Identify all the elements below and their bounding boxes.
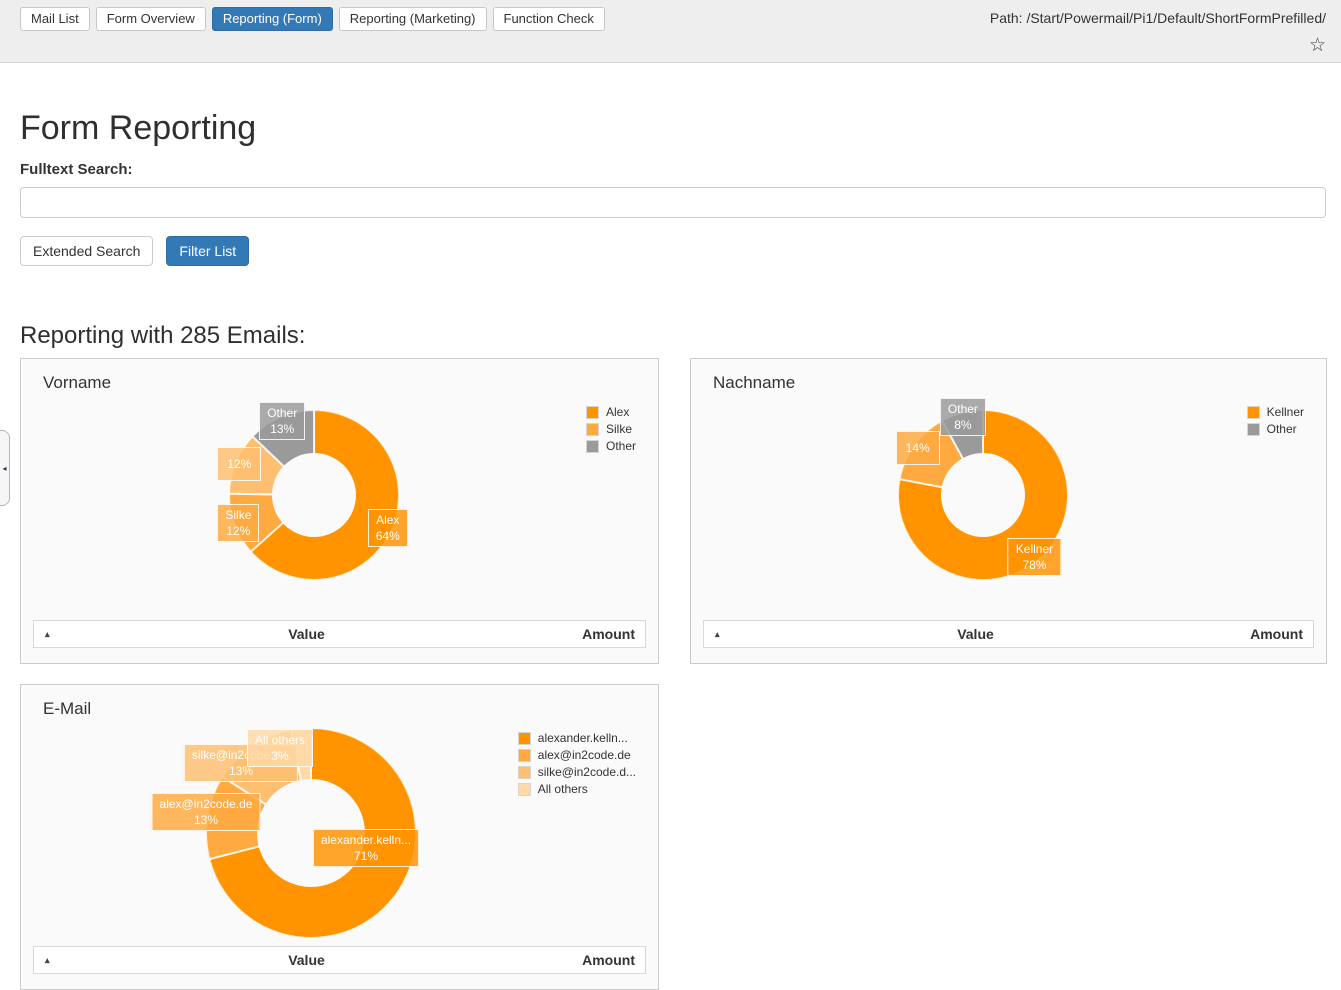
legend-item[interactable]: Silke: [586, 422, 636, 436]
legend-label: alexander.kelln...: [538, 731, 628, 745]
chart-legend: Alex Silke Other: [586, 405, 636, 453]
topbar-tabs: Mail ListForm OverviewReporting (Form)Re…: [20, 7, 611, 31]
donut-chart[interactable]: [691, 403, 1326, 613]
topbar-tab[interactable]: Form Overview: [96, 7, 206, 31]
reporting-heading: Reporting with 285 Emails:: [20, 322, 1326, 350]
table-header: ▴ Value Amount: [33, 620, 646, 648]
sort-asc-icon[interactable]: ▴: [34, 629, 86, 640]
donut-slice-label: Kellner78%: [1008, 538, 1061, 576]
donut-slice-label: 12%: [217, 447, 261, 481]
donut-slice-label: 14%: [896, 431, 940, 465]
chart-legend: alexander.kelln... alex@in2code.de silke@i…: [518, 731, 636, 796]
extended-search-button[interactable]: Extended Search: [20, 236, 153, 266]
legend-swatch: [586, 440, 599, 453]
column-header-amount: Amount: [527, 626, 645, 642]
legend-item[interactable]: alexander.kelln...: [518, 731, 636, 745]
donut-slice-label: Silke12%: [217, 504, 259, 542]
legend-item[interactable]: Kellner: [1247, 405, 1304, 419]
legend-label: Other: [606, 439, 636, 453]
sort-asc-icon[interactable]: ▴: [34, 955, 86, 966]
legend-swatch: [518, 749, 531, 762]
donut-slice-label: alexander.kelln...71%: [313, 829, 419, 867]
chart-panel-title: Vorname: [43, 371, 658, 395]
topbar-tab[interactable]: Mail List: [20, 7, 90, 31]
topbar-tab[interactable]: Reporting (Marketing): [339, 7, 487, 31]
page-title: Form Reporting: [20, 109, 1326, 148]
legend-swatch: [518, 732, 531, 745]
legend-label: Kellner: [1267, 405, 1304, 419]
legend-swatch: [518, 766, 531, 779]
donut-slice-label: All others3%: [247, 729, 313, 767]
legend-item[interactable]: Alex: [586, 405, 636, 419]
legend-item[interactable]: Other: [1247, 422, 1304, 436]
donut-chart-area: Kellner78%14%Other8%KellnerOther: [691, 403, 1326, 613]
collapse-panel-handle[interactable]: ◂: [0, 430, 10, 506]
charts-grid: Vorname Alex64% Silke12% 12% Other13% Alex Si…: [20, 358, 1326, 990]
legend-label: Alex: [606, 405, 629, 419]
search-buttons-row: Extended Search Filter List: [20, 236, 1326, 266]
chart-panel-vorname: Vorname Alex64% Silke12% 12% Other13% Alex Si…: [20, 358, 659, 664]
chart-panel-nachname: Nachname Kellner78% 14%Other8% Kellner Othe…: [690, 358, 1327, 664]
legend-label: silke@in2code.d...: [538, 765, 636, 779]
chart-legend: Kellner Other: [1247, 405, 1304, 436]
legend-swatch: [586, 406, 599, 419]
chart-panel-title: Nachname: [713, 371, 1326, 395]
legend-item[interactable]: Other: [586, 439, 636, 453]
fulltext-search-input[interactable]: [20, 187, 1326, 218]
fulltext-search-label: Fulltext Search:: [20, 161, 1326, 178]
legend-item[interactable]: All others: [518, 782, 636, 796]
legend-swatch: [586, 423, 599, 436]
table-header: ▴ Value Amount: [703, 620, 1314, 648]
main-content: Form Reporting Fulltext Search: Extended…: [20, 109, 1326, 990]
page-path: Path: /Start/Powermail/Pi1/Default/Short…: [990, 10, 1326, 26]
legend-label: alex@in2code.de: [538, 748, 631, 762]
legend-item[interactable]: alex@in2code.de: [518, 748, 636, 762]
star-icon[interactable]: ☆: [1309, 34, 1326, 57]
filter-list-button[interactable]: Filter List: [166, 236, 249, 266]
donut-chart[interactable]: [21, 403, 658, 613]
legend-label: Silke: [606, 422, 632, 436]
column-header-value: Value: [756, 626, 1195, 642]
legend-swatch: [1247, 423, 1260, 436]
chart-panel-email: E-Mail alexander.kelln...71% alex@in2code…: [20, 684, 659, 990]
column-header-amount: Amount: [527, 952, 645, 968]
donut-slice-label: Other8%: [940, 398, 986, 436]
sort-asc-icon[interactable]: ▴: [704, 629, 756, 640]
chevron-left-icon: ◂: [2, 464, 6, 473]
donut-slice-label: alex@in2code.de13%: [152, 793, 261, 831]
topbar-tab[interactable]: Function Check: [493, 7, 605, 31]
topbar-tab[interactable]: Reporting (Form): [212, 7, 333, 31]
column-header-value: Value: [86, 626, 527, 642]
chart-panel-title: E-Mail: [43, 697, 658, 721]
table-header: ▴ Value Amount: [33, 946, 646, 974]
top-toolbar: Mail ListForm OverviewReporting (Form)Re…: [0, 0, 1341, 63]
column-header-value: Value: [86, 952, 527, 968]
legend-swatch: [1247, 406, 1260, 419]
donut-chart-area: Alex64% Silke12% 12% Other13% Alex Silke Other: [21, 403, 658, 613]
donut-chart-area: alexander.kelln...71% alex@in2code.de13% s…: [21, 729, 658, 979]
legend-swatch: [518, 783, 531, 796]
donut-slice-label: Alex64%: [368, 509, 408, 547]
column-header-amount: Amount: [1195, 626, 1313, 642]
legend-item[interactable]: silke@in2code.d...: [518, 765, 636, 779]
legend-label: All others: [538, 782, 588, 796]
donut-slice-label: Other13%: [259, 402, 305, 440]
legend-label: Other: [1267, 422, 1297, 436]
